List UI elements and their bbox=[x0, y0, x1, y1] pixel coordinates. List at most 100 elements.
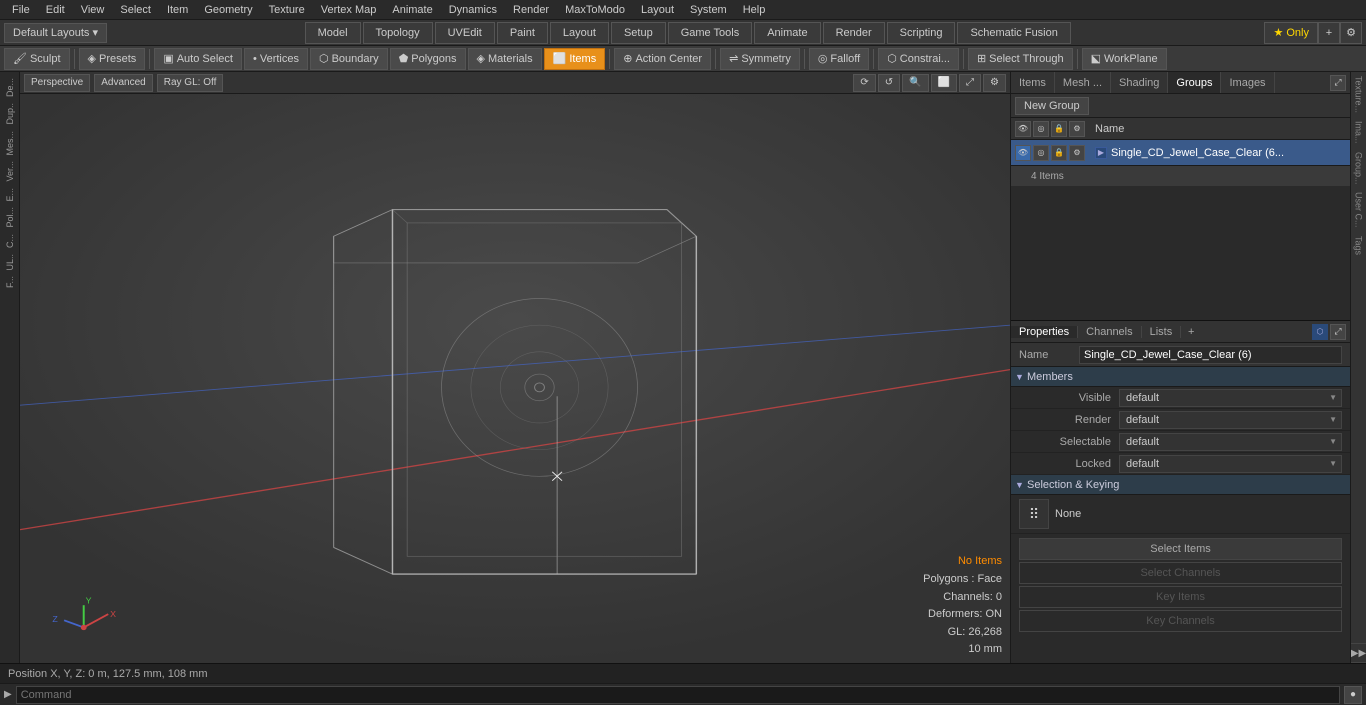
sidebar-ul[interactable]: UL.. bbox=[4, 252, 16, 273]
menu-file[interactable]: File bbox=[4, 0, 38, 19]
sidebar-e[interactable]: E... bbox=[4, 186, 16, 204]
select-items-button[interactable]: Select Items bbox=[1019, 538, 1342, 560]
col-icon-render[interactable]: ◎ bbox=[1033, 121, 1049, 137]
layout-selector[interactable]: Default Layouts ▾ bbox=[4, 23, 107, 43]
viewport-icon-1[interactable]: ⟳ bbox=[853, 74, 875, 92]
new-group-button[interactable]: New Group bbox=[1015, 97, 1089, 115]
tab-uvedit[interactable]: UVEdit bbox=[435, 22, 495, 44]
tab-topology[interactable]: Topology bbox=[363, 22, 433, 44]
group-icon-settings[interactable]: ⚙ bbox=[1069, 145, 1085, 161]
prop-tab-add[interactable]: + bbox=[1181, 326, 1201, 338]
right-strip-group[interactable]: Group... bbox=[1353, 148, 1365, 189]
items-button[interactable]: ⬜ Items bbox=[544, 48, 606, 70]
panel-maximize-btn[interactable]: ⤢ bbox=[1330, 75, 1346, 91]
sidebar-pol[interactable]: Pol... bbox=[4, 205, 16, 230]
panel-tab-groups[interactable]: Groups bbox=[1168, 72, 1221, 93]
selectable-dropdown[interactable]: default ▼ bbox=[1119, 433, 1342, 451]
tab-setup[interactable]: Setup bbox=[611, 22, 666, 44]
falloff-button[interactable]: ◎ Falloff bbox=[809, 48, 869, 70]
viewport-perspective-btn[interactable]: Perspective bbox=[24, 74, 90, 92]
constraint-button[interactable]: ⬡ Constrai... bbox=[878, 48, 959, 70]
menu-view[interactable]: View bbox=[73, 0, 113, 19]
menu-maxtomodo[interactable]: MaxToModo bbox=[557, 0, 633, 19]
viewport-canvas[interactable]: X Y Z No Items Polygons : Face Channels:… bbox=[20, 94, 1010, 663]
render-dropdown[interactable]: default ▼ bbox=[1119, 411, 1342, 429]
workplane-button[interactable]: ⬕ WorkPlane bbox=[1082, 48, 1167, 70]
sidebar-dup[interactable]: Dup.. bbox=[4, 101, 16, 127]
prop-tab-properties[interactable]: Properties bbox=[1011, 326, 1078, 338]
viewport-icon-2[interactable]: ↺ bbox=[878, 74, 900, 92]
key-items-button[interactable]: Key Items bbox=[1019, 586, 1342, 608]
sidebar-ver[interactable]: Ver... bbox=[4, 159, 16, 184]
tab-gametools[interactable]: Game Tools bbox=[668, 22, 753, 44]
menu-edit[interactable]: Edit bbox=[38, 0, 73, 19]
panel-tab-shading[interactable]: Shading bbox=[1111, 72, 1168, 93]
key-channels-button[interactable]: Key Channels bbox=[1019, 610, 1342, 632]
tab-schematic-fusion[interactable]: Schematic Fusion bbox=[957, 22, 1070, 44]
menu-vertex-map[interactable]: Vertex Map bbox=[313, 0, 385, 19]
tab-animate[interactable]: Animate bbox=[754, 22, 820, 44]
panel-tab-items[interactable]: Items bbox=[1011, 72, 1055, 93]
sidebar-mes[interactable]: Mes... bbox=[4, 129, 16, 158]
group-icon-eye[interactable]: 👁 bbox=[1015, 145, 1031, 161]
prop-tab-lists[interactable]: Lists bbox=[1142, 326, 1182, 338]
col-icon-settings[interactable]: ⚙ bbox=[1069, 121, 1085, 137]
menu-layout[interactable]: Layout bbox=[633, 0, 682, 19]
selection-keying-header[interactable]: ▼ Selection & Keying bbox=[1011, 475, 1350, 495]
vertices-button[interactable]: • Vertices bbox=[244, 48, 308, 70]
sidebar-c[interactable]: C... bbox=[4, 232, 16, 250]
presets-button[interactable]: ◈ Presets bbox=[79, 48, 146, 70]
select-through-button[interactable]: ⊞ Select Through bbox=[968, 48, 1073, 70]
viewport-icon-5[interactable]: ⤢ bbox=[959, 74, 981, 92]
menu-animate[interactable]: Animate bbox=[384, 0, 440, 19]
menu-system[interactable]: System bbox=[682, 0, 735, 19]
tab-render[interactable]: Render bbox=[823, 22, 885, 44]
command-input[interactable] bbox=[16, 686, 1340, 704]
prop-tab-channels[interactable]: Channels bbox=[1078, 326, 1141, 338]
polygons-button[interactable]: ⬟ Polygons bbox=[390, 48, 466, 70]
col-icon-lock[interactable]: 🔒 bbox=[1051, 121, 1067, 137]
group-item-jewel-case[interactable]: 👁 ◎ 🔒 ⚙ ▶ Single_CD_Jewel_Case_Clear (6.… bbox=[1011, 140, 1350, 166]
viewport-advanced-btn[interactable]: Advanced bbox=[94, 74, 152, 92]
prop-max-btn[interactable]: ⤢ bbox=[1330, 324, 1346, 340]
sidebar-f[interactable]: F... bbox=[4, 274, 16, 290]
only-tab[interactable]: ★ Only bbox=[1264, 22, 1318, 44]
group-icon-render[interactable]: ◎ bbox=[1033, 145, 1049, 161]
menu-select[interactable]: Select bbox=[112, 0, 159, 19]
keying-icon[interactable]: ⠿ bbox=[1019, 499, 1049, 529]
right-strip-ima[interactable]: Ima... bbox=[1353, 117, 1365, 148]
materials-button[interactable]: ◈ Materials bbox=[468, 48, 542, 70]
viewport[interactable]: Perspective Advanced Ray GL: Off ⟳ ↺ 🔍 ⬜… bbox=[20, 72, 1010, 663]
menu-render[interactable]: Render bbox=[505, 0, 557, 19]
menu-help[interactable]: Help bbox=[735, 0, 774, 19]
viewport-icon-3[interactable]: 🔍 bbox=[902, 74, 928, 92]
panel-tab-images[interactable]: Images bbox=[1221, 72, 1274, 93]
menu-geometry[interactable]: Geometry bbox=[196, 0, 260, 19]
symmetry-button[interactable]: ⇌ Symmetry bbox=[720, 48, 800, 70]
tab-model[interactable]: Model bbox=[305, 22, 361, 44]
prop-collapse-btn[interactable]: ⬡ bbox=[1312, 324, 1328, 340]
action-center-button[interactable]: ⊕ Action Center bbox=[614, 48, 711, 70]
group-expand-toggle[interactable]: ▶ bbox=[1095, 147, 1107, 159]
boundary-button[interactable]: ⬡ Boundary bbox=[310, 48, 388, 70]
cmd-execute-button[interactable]: ● bbox=[1344, 686, 1362, 704]
menu-dynamics[interactable]: Dynamics bbox=[441, 0, 505, 19]
viewport-raygl-btn[interactable]: Ray GL: Off bbox=[157, 74, 224, 92]
panel-tab-mesh[interactable]: Mesh ... bbox=[1055, 72, 1111, 93]
group-icon-lock[interactable]: 🔒 bbox=[1051, 145, 1067, 161]
tab-paint[interactable]: Paint bbox=[497, 22, 548, 44]
prop-name-input[interactable] bbox=[1079, 346, 1342, 364]
visible-dropdown[interactable]: default ▼ bbox=[1119, 389, 1342, 407]
right-strip-texture[interactable]: Texture... bbox=[1353, 72, 1365, 117]
select-channels-button[interactable]: Select Channels bbox=[1019, 562, 1342, 584]
menu-item[interactable]: Item bbox=[159, 0, 196, 19]
add-layout-button[interactable]: + bbox=[1318, 22, 1340, 44]
layout-settings-button[interactable]: ⚙ bbox=[1340, 22, 1362, 44]
groups-list-area[interactable]: 👁 ◎ 🔒 ⚙ ▶ Single_CD_Jewel_Case_Clear (6.… bbox=[1011, 140, 1350, 320]
sidebar-de[interactable]: De... bbox=[4, 76, 16, 99]
right-strip-tags[interactable]: Tags bbox=[1353, 232, 1365, 259]
locked-dropdown[interactable]: default ▼ bbox=[1119, 455, 1342, 473]
right-strip-user-c[interactable]: User C... bbox=[1353, 188, 1365, 232]
sculpt-button[interactable]: 🖌 Sculpt bbox=[4, 48, 70, 70]
members-section-header[interactable]: ▼ Members bbox=[1011, 367, 1350, 387]
